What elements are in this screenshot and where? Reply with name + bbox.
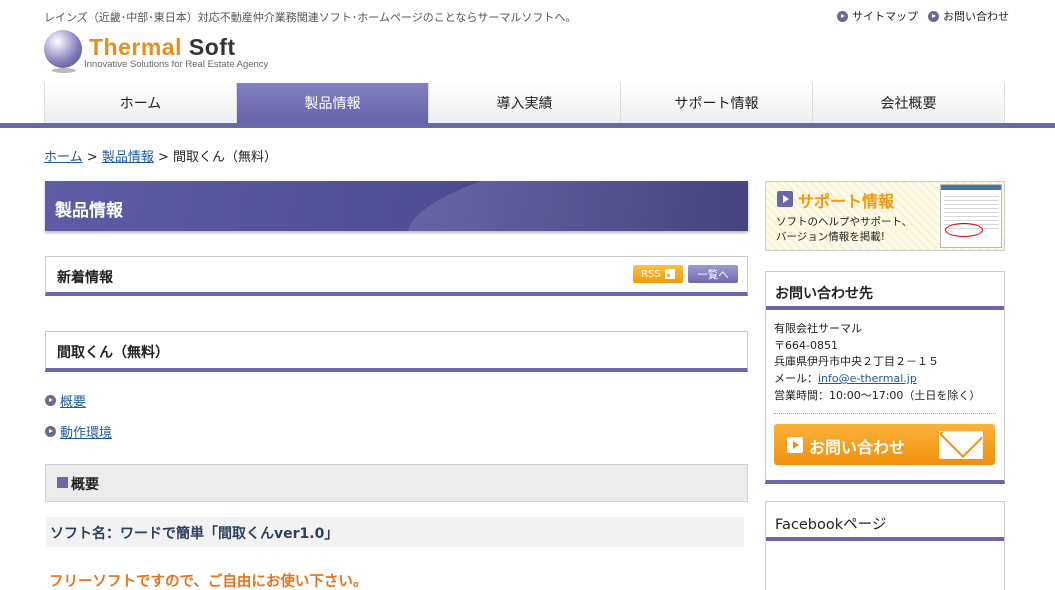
free-software-note: フリーソフトですので、ご自由にお使い下さい。 [49,574,368,590]
bullet-arrow-icon [45,395,56,406]
contact-label: お問い合わせ [943,10,1009,23]
logo-shadow [52,68,76,73]
site-logo[interactable]: Thermal Soft Innovative Solutions for Re… [44,30,284,74]
anchor-overview: 概要 [45,391,86,410]
product-title: 間取くん（無料） [57,345,169,361]
nav-item-support[interactable]: サポート情報 [620,83,812,123]
contact-link[interactable]: お問い合わせ [928,8,1009,24]
rss-label: RSS [641,268,661,280]
email-line: メール：info@e-thermal.jp [774,371,980,388]
contact-button-label: お問い合わせ [809,438,906,457]
section-title: 概要 [71,477,99,493]
play-icon [777,191,793,207]
support-screenshot-thumbnail [940,184,1002,248]
breadcrumb-separator: > [157,150,169,165]
anchor-link-overview[interactable]: 概要 [60,391,86,410]
section-heading: 概要 [45,464,748,502]
news-title: 新着情報 [57,270,113,286]
logo-sphere-icon [44,30,82,68]
bullet-arrow-icon [928,10,939,22]
sitemap-label: サイトマップ [852,10,918,23]
facebook-box-title: Facebookページ [775,517,887,533]
nav-item-company[interactable]: 会社概要 [812,83,1005,123]
business-hours: 営業時間：10:00～17:00（土日を除く） [774,388,981,402]
site-tagline: レインズ（近畿･中部･東日本）対応不動産仲介業務関連ソフト･ホームページのことな… [44,11,577,24]
news-list-button[interactable]: 一覧へ [688,265,738,283]
global-nav: ホーム 製品情報 導入実績 サポート情報 会社概要 [0,83,1055,128]
envelope-icon [939,431,983,459]
logo-word-soft: Soft [188,34,236,60]
contact-box-title: お問い合わせ先 [775,286,873,302]
rss-button[interactable]: RSS [633,265,683,283]
page-title: 製品情報 [55,201,123,221]
logo-word-thermal: Thermal [89,34,182,60]
email-label: メール： [774,372,818,386]
breadcrumb-current: 間取くん（無料） [173,150,278,165]
nav-item-home[interactable]: ホーム [44,83,236,123]
software-name: ソフト名：ワードで簡単「間取くんver1.0」 [50,526,339,542]
anchor-link-environment[interactable]: 動作環境 [60,422,112,441]
logo-subtitle: Innovative Solutions for Real Estate Age… [84,59,269,70]
postal-code: 〒664-0851 [774,338,838,352]
news-box: 新着情報 RSS 一覧へ [45,256,748,296]
top-links: サイトマップ お問い合わせ [837,8,1009,24]
page-title-banner: 製品情報 [45,181,748,231]
support-banner[interactable]: サポート情報 ソフトのヘルプやサポート、 バージョン情報を掲載! [765,181,1005,251]
anchor-environment: 動作環境 [45,422,112,441]
support-banner-line2: バージョン情報を掲載! [776,231,885,243]
software-name-row: ソフト名：ワードで簡単「間取くんver1.0」 [46,517,744,547]
nav-item-products[interactable]: 製品情報 [236,83,428,123]
contact-button[interactable]: お問い合わせ [774,424,995,465]
contact-info: 有限会社サーマル 〒664-0851 兵庫県伊丹市中央２丁目２－１５ メール：i… [774,321,980,405]
company-name: 有限会社サーマル [774,322,862,335]
facebook-box: Facebookページ [765,501,1005,590]
logo-text: Thermal Soft [89,34,236,61]
breadcrumb-products[interactable]: 製品情報 [102,150,154,165]
divider [774,413,996,414]
breadcrumb-home[interactable]: ホーム [44,150,83,165]
sitemap-link[interactable]: サイトマップ [837,8,918,24]
play-icon [787,437,803,453]
rss-icon [664,269,675,279]
bullet-arrow-icon [45,426,56,437]
breadcrumb-separator: > [86,150,98,165]
address: 兵庫県伊丹市中央２丁目２－１５ [774,355,939,369]
bullet-arrow-icon [837,10,848,22]
nav-item-cases[interactable]: 導入実績 [428,83,620,123]
contact-box: お問い合わせ先 有限会社サーマル 〒664-0851 兵庫県伊丹市中央２丁目２－… [765,271,1005,484]
breadcrumb: ホーム > 製品情報 > 間取くん（無料） [44,146,277,165]
email-link[interactable]: info@e-thermal.jp [818,372,917,385]
support-banner-text: ソフトのヘルプやサポート、 バージョン情報を掲載! [776,215,912,245]
product-title-box: 間取くん（無料） [45,331,748,372]
support-banner-title: サポート情報 [798,192,895,211]
square-bullet-icon [57,477,68,488]
support-banner-line1: ソフトのヘルプやサポート、 [776,216,913,228]
